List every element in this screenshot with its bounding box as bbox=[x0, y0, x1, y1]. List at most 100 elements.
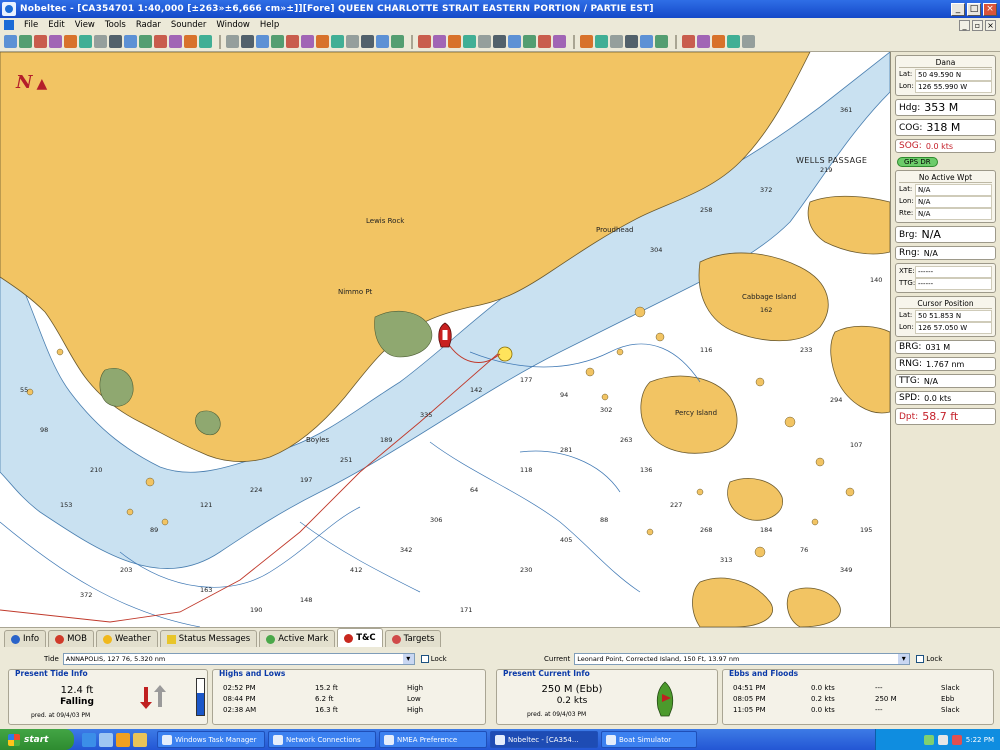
menu-radar[interactable]: Radar bbox=[132, 20, 165, 30]
current-lock-checkbox[interactable]: Lock bbox=[916, 655, 942, 663]
tide-lock-checkbox[interactable]: Lock bbox=[420, 655, 447, 663]
active-waypoint-box[interactable]: No Active Wpt Lat: N/A Lon: N/A Rte: N/A bbox=[895, 170, 996, 223]
toolbar-button-icon[interactable] bbox=[199, 35, 212, 48]
task-nobeltec[interactable]: Nobeltec - [CA354... bbox=[490, 731, 598, 748]
depth-sounding: 224 bbox=[250, 486, 262, 494]
start-button[interactable]: start bbox=[0, 729, 74, 750]
menu-view[interactable]: View bbox=[71, 20, 99, 30]
gps-status-badge[interactable]: GPS DR bbox=[897, 157, 938, 167]
toolbar-button-icon[interactable] bbox=[640, 35, 653, 48]
close-button[interactable]: × bbox=[983, 2, 997, 16]
toolbar-button-icon[interactable] bbox=[712, 35, 725, 48]
toolbar-button-icon[interactable] bbox=[184, 35, 197, 48]
toolbar-button-icon[interactable] bbox=[418, 35, 431, 48]
toolbar-button-icon[interactable] bbox=[154, 35, 167, 48]
toolbar-button-icon[interactable] bbox=[169, 35, 182, 48]
maximize-button[interactable]: □ bbox=[967, 2, 981, 16]
toolbar-button-icon[interactable] bbox=[433, 35, 446, 48]
tray-security-icon[interactable] bbox=[951, 734, 962, 745]
toolbar-button-icon[interactable] bbox=[79, 35, 92, 48]
tab-weather[interactable]: Weather bbox=[95, 630, 158, 647]
toolbar-button-icon[interactable] bbox=[478, 35, 491, 48]
toolbar-button-icon[interactable] bbox=[316, 35, 329, 48]
toolbar-button-icon[interactable] bbox=[625, 35, 638, 48]
toolbar-button-icon[interactable] bbox=[256, 35, 269, 48]
cursor-position-box[interactable]: Cursor Position Lat: 50 51.853 N Lon: 126 … bbox=[895, 296, 996, 337]
toolbar-button-icon[interactable] bbox=[241, 35, 254, 48]
clock[interactable]: 5:22 PM bbox=[966, 736, 994, 744]
toolbar-button-icon[interactable] bbox=[124, 35, 137, 48]
toolbar-button-icon[interactable] bbox=[538, 35, 551, 48]
toolbar-button-icon[interactable] bbox=[301, 35, 314, 48]
menu-help[interactable]: Help bbox=[256, 20, 283, 30]
toolbar-button-icon[interactable] bbox=[610, 35, 623, 48]
toolbar-button-icon[interactable] bbox=[742, 35, 755, 48]
toolbar-button-icon[interactable] bbox=[34, 35, 47, 48]
toolbar-button-icon[interactable] bbox=[109, 35, 122, 48]
toolbar-button-icon[interactable] bbox=[553, 35, 566, 48]
toolbar-button-icon[interactable] bbox=[727, 35, 740, 48]
task-nmea-preference[interactable]: NMEA Preference bbox=[379, 731, 487, 748]
menu-tools[interactable]: Tools bbox=[101, 20, 130, 30]
tab-active-mark[interactable]: Active Mark bbox=[259, 630, 336, 647]
task-network-connections[interactable]: Network Connections bbox=[268, 731, 376, 748]
tray-network-icon[interactable] bbox=[923, 734, 934, 745]
tab-mob[interactable]: MOB bbox=[48, 630, 94, 647]
title-bar[interactable]: Nobeltec - [CA354701 1:40,000 [±263»±6,6… bbox=[0, 0, 1000, 18]
toolbar-button-icon[interactable] bbox=[508, 35, 521, 48]
menu-bar: File Edit View Tools Radar Sounder Windo… bbox=[0, 18, 1000, 32]
depth-sounding: 76 bbox=[800, 546, 808, 554]
menu-sounder[interactable]: Sounder bbox=[167, 20, 211, 30]
menu-edit[interactable]: Edit bbox=[44, 20, 68, 30]
toolbar-button-icon[interactable] bbox=[697, 35, 710, 48]
tide-station-select[interactable]: ANNAPOLIS, 127 76, 5.320 nm bbox=[62, 653, 415, 665]
current-station-select[interactable]: Leonard Point, Corrected Island, 150 Ft,… bbox=[574, 653, 911, 665]
minimize-button[interactable]: _ bbox=[951, 2, 965, 16]
toolbar-button-icon[interactable] bbox=[682, 35, 695, 48]
ie-icon[interactable] bbox=[82, 732, 96, 747]
depth-sounding: 251 bbox=[340, 456, 352, 464]
toolbar-button-icon[interactable] bbox=[49, 35, 62, 48]
warning-icon bbox=[166, 634, 176, 644]
depth-sounding: 302 bbox=[600, 406, 612, 414]
toolbar-button-icon[interactable] bbox=[655, 35, 668, 48]
toolbar-button-icon[interactable] bbox=[64, 35, 77, 48]
toolbar-button-icon[interactable] bbox=[463, 35, 476, 48]
mdi-minimize-button[interactable]: _ bbox=[959, 19, 970, 31]
destination-box[interactable]: Dana Lat: 50 49.590 N Lon: 126 55.990 W bbox=[895, 55, 996, 96]
toolbar-button-icon[interactable] bbox=[376, 35, 389, 48]
folder-icon[interactable] bbox=[133, 732, 147, 747]
toolbar-button-icon[interactable] bbox=[448, 35, 461, 48]
toolbar-button-icon[interactable] bbox=[493, 35, 506, 48]
tab-tides-currents[interactable]: T&C bbox=[337, 628, 383, 647]
menu-file[interactable]: File bbox=[20, 20, 42, 30]
chart-view[interactable]: 55 98 210 153 89 121 224 197 251 189 335 142 177 94 30… bbox=[0, 52, 890, 627]
media-icon[interactable] bbox=[116, 732, 130, 747]
tab-targets[interactable]: Targets bbox=[384, 630, 442, 647]
toolbar-button-icon[interactable] bbox=[226, 35, 239, 48]
toolbar-button-icon[interactable] bbox=[595, 35, 608, 48]
mdi-restore-button[interactable]: ▫ bbox=[972, 19, 983, 31]
toolbar-button-icon[interactable] bbox=[94, 35, 107, 48]
toolbar-button-icon[interactable] bbox=[139, 35, 152, 48]
toolbar-button-icon[interactable] bbox=[271, 35, 284, 48]
tray-volume-icon[interactable] bbox=[937, 734, 948, 745]
toolbar-button-icon[interactable] bbox=[391, 35, 404, 48]
toolbar-button-icon[interactable] bbox=[19, 35, 32, 48]
desktop-icon[interactable] bbox=[99, 732, 113, 747]
toolbar-button-icon[interactable] bbox=[361, 35, 374, 48]
toolbar-button-icon[interactable] bbox=[286, 35, 299, 48]
tab-info[interactable]: Info bbox=[4, 630, 47, 647]
mdi-close-button[interactable]: × bbox=[985, 19, 996, 31]
toolbar-button-icon[interactable] bbox=[346, 35, 359, 48]
vessel-icon[interactable] bbox=[436, 322, 454, 348]
toolbar-button-icon[interactable] bbox=[4, 35, 17, 48]
task-task-manager[interactable]: Windows Task Manager bbox=[157, 731, 265, 748]
toolbar-button-icon[interactable] bbox=[580, 35, 593, 48]
depth-sounding: 313 bbox=[720, 556, 732, 564]
toolbar-button-icon[interactable] bbox=[331, 35, 344, 48]
toolbar-button-icon[interactable] bbox=[523, 35, 536, 48]
tab-status-messages[interactable]: Status Messages bbox=[159, 630, 258, 647]
menu-window[interactable]: Window bbox=[212, 20, 254, 30]
task-boat-simulator[interactable]: Boat Simulator bbox=[601, 731, 697, 748]
